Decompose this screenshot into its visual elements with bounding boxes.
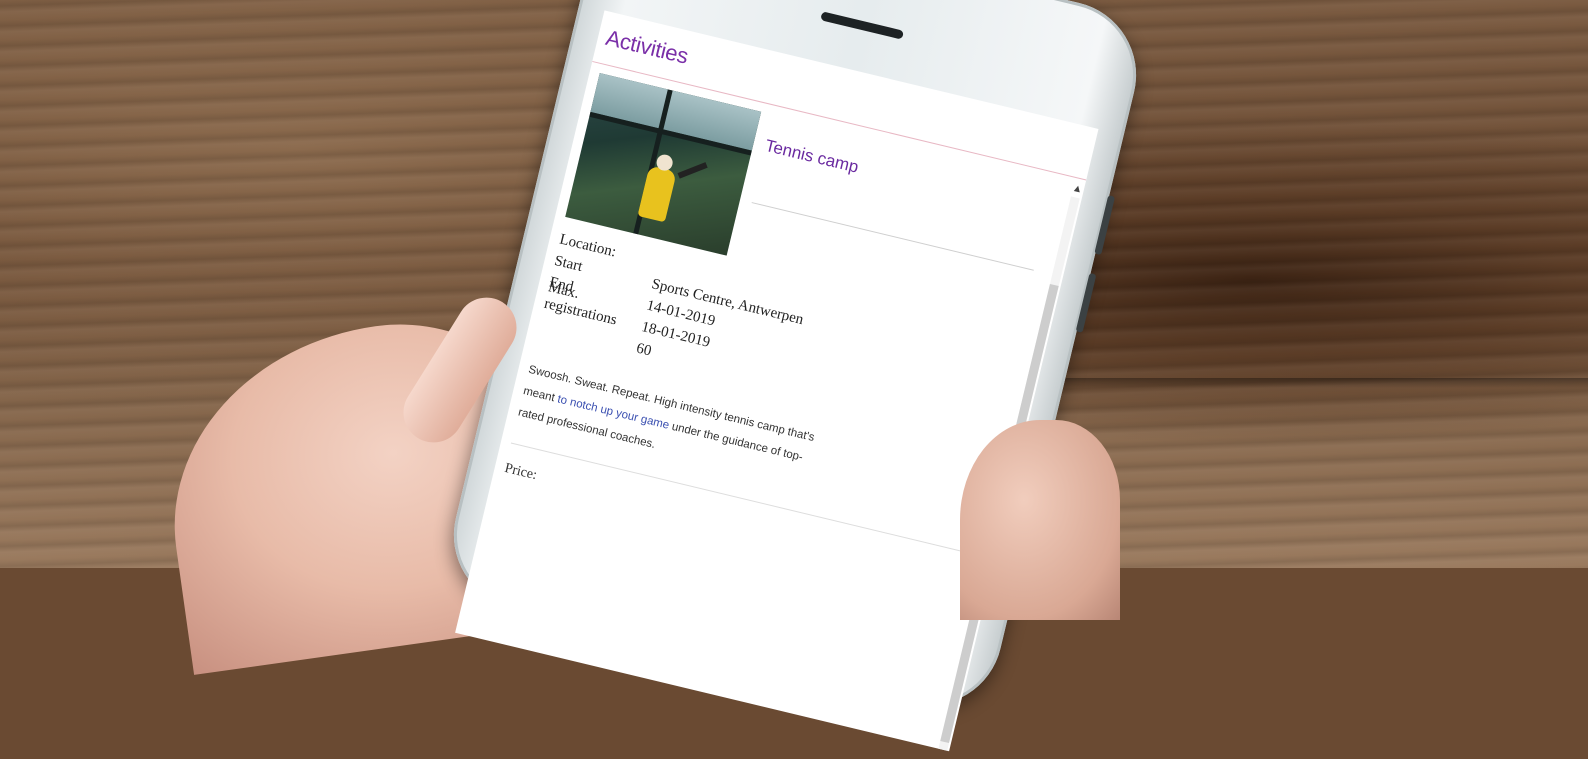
activity-photo[interactable] (565, 73, 762, 256)
activity-title[interactable]: Tennis camp (738, 136, 860, 281)
phone-screen: Activities ▲ Tennis camp Location: Start… (455, 10, 1099, 752)
right-hand (960, 420, 1120, 620)
phone-speaker (820, 11, 905, 40)
chevron-up-icon[interactable]: ▲ (1072, 183, 1083, 195)
table-edge (1040, 378, 1588, 388)
detail-label (537, 334, 634, 357)
page-title: Activities (603, 24, 691, 69)
price-label: Price: (503, 460, 539, 484)
detail-value: 60 (634, 340, 653, 360)
